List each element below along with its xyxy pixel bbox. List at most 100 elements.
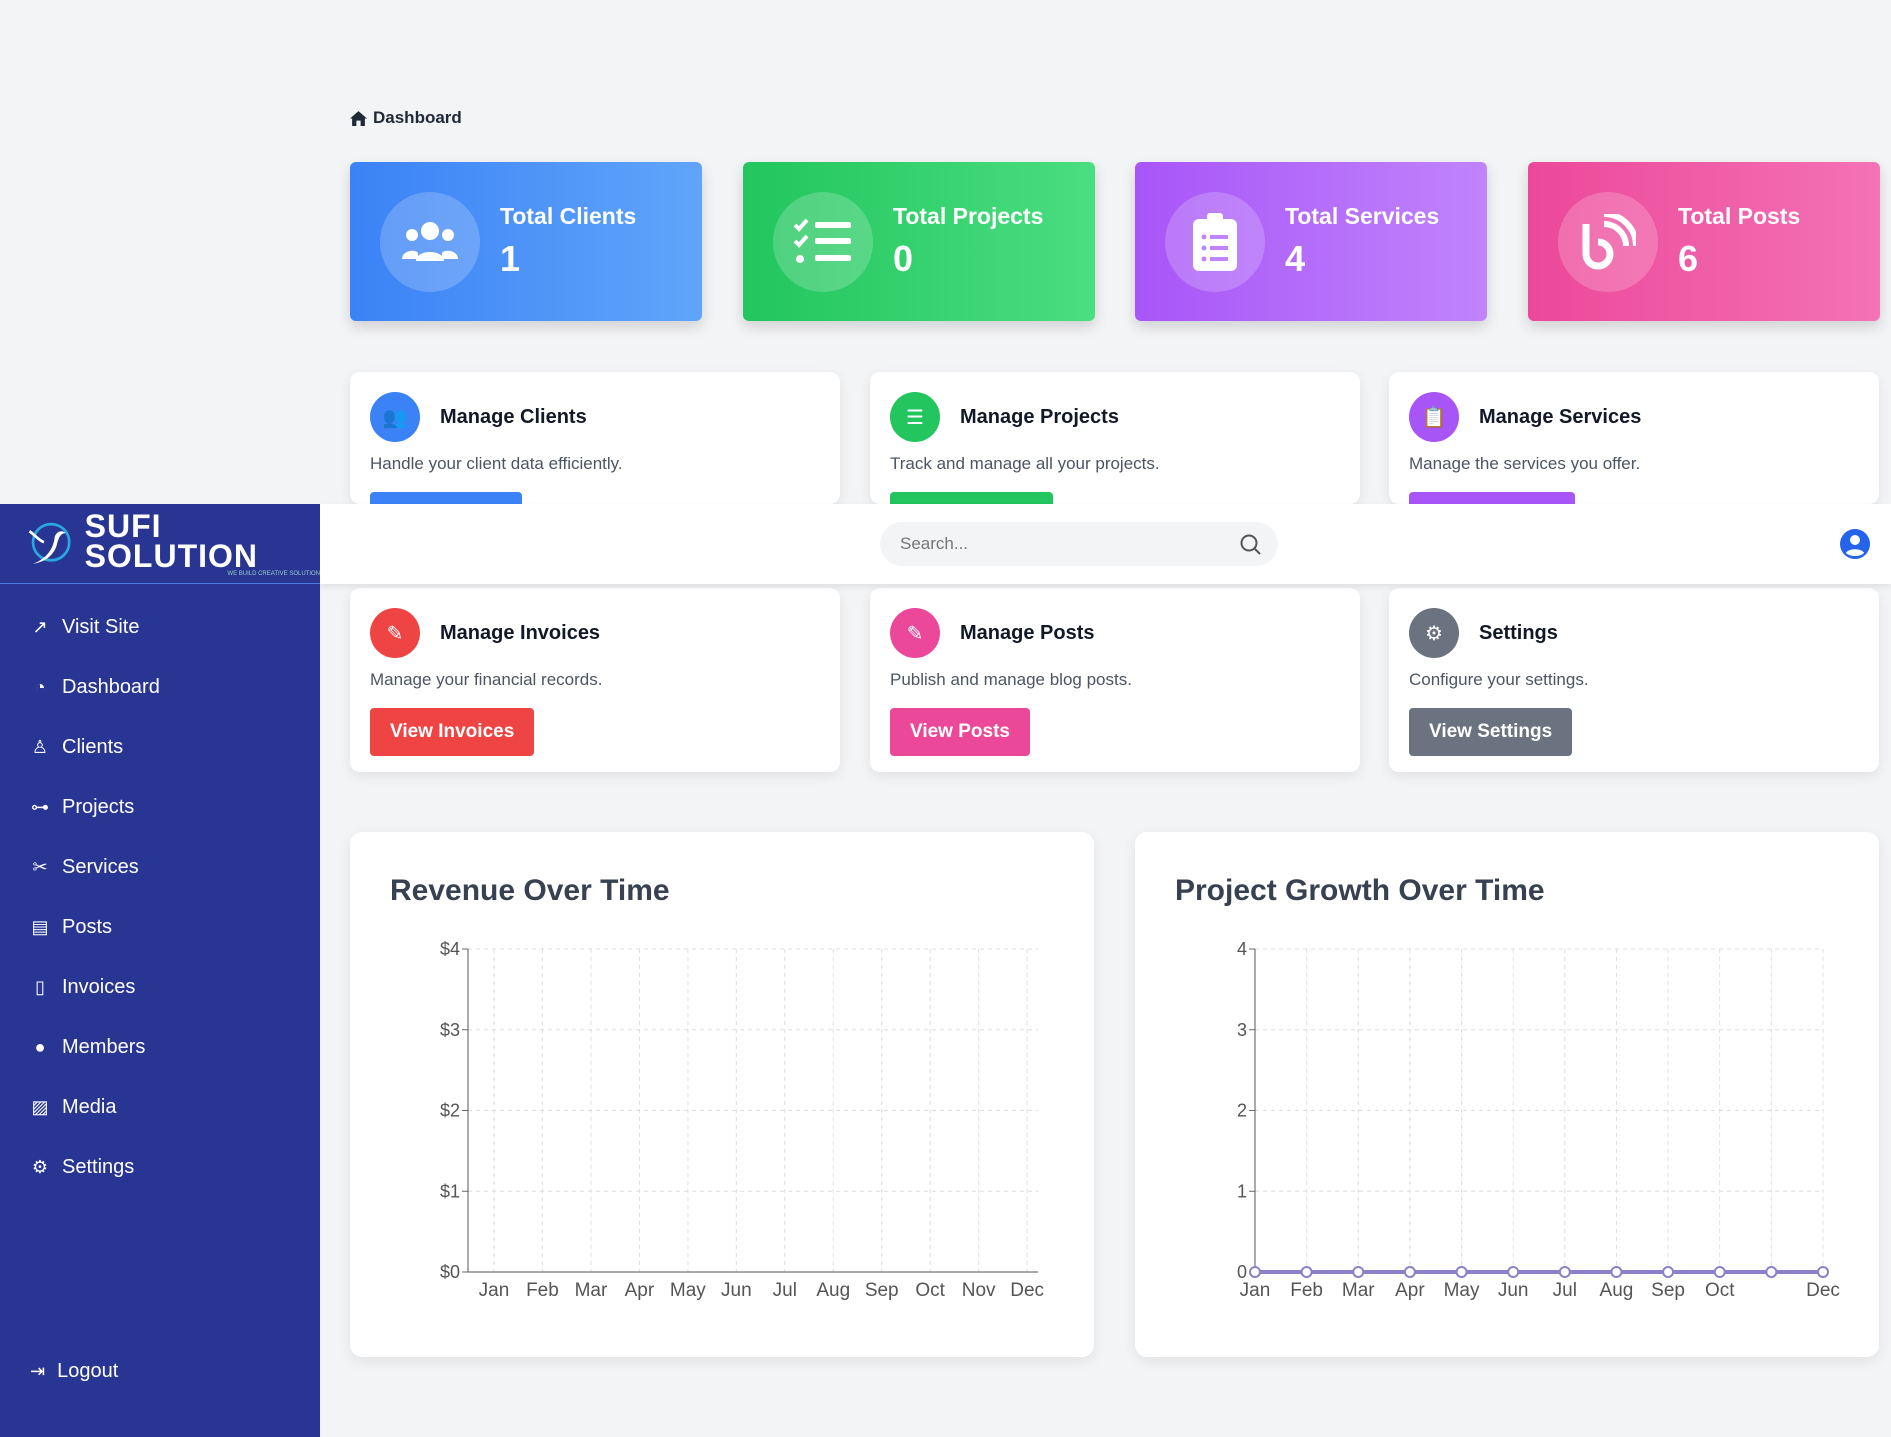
sidebar-item-settings[interactable]: ⚙ Settings bbox=[30, 1156, 134, 1179]
manage-card-1: ☰ Manage Projects Track and manage all you… bbox=[870, 372, 1360, 504]
data-point[interactable] bbox=[1558, 1266, 1571, 1278]
logo-mark-icon bbox=[28, 522, 71, 564]
data-point[interactable] bbox=[1249, 1266, 1261, 1278]
card-title: Manage Posts bbox=[960, 621, 1095, 644]
sidebar-item-label: Members bbox=[62, 1036, 146, 1058]
sidebar-item-label: Media bbox=[62, 1096, 117, 1118]
stat-value: 1 bbox=[500, 238, 521, 279]
user-avatar-icon[interactable] bbox=[1840, 529, 1870, 559]
x-tick-label: Jan bbox=[479, 1280, 510, 1301]
sidebar-item-posts[interactable]: ▤ Posts bbox=[30, 916, 112, 939]
sidebar-item-clients[interactable]: ♙ Clients bbox=[30, 736, 123, 759]
y-tick-label: $2 bbox=[440, 1101, 460, 1121]
sidebar-item-label: Posts bbox=[62, 916, 113, 938]
data-point[interactable] bbox=[1713, 1266, 1726, 1278]
sidebar-item-label: Invoices bbox=[62, 976, 136, 998]
sidebar-item-label: Projects bbox=[62, 796, 135, 818]
sidebar-item-invoices[interactable]: ▯ Invoices bbox=[30, 976, 135, 999]
x-tick-label: Sep bbox=[1651, 1280, 1685, 1301]
sitemap-icon: ⊶ bbox=[31, 797, 49, 817]
card-description: Handle your client data efficiently. bbox=[370, 454, 623, 473]
logout-link[interactable]: ⇥ Logout bbox=[30, 1360, 118, 1383]
invoice-icon: ▯ bbox=[35, 977, 45, 997]
data-point[interactable] bbox=[1662, 1266, 1675, 1278]
card-title: Settings bbox=[1479, 621, 1558, 644]
stat-card-3[interactable]: Total Posts 6 bbox=[1528, 162, 1880, 321]
x-tick-label: Mar bbox=[575, 1280, 608, 1301]
stat-card-2[interactable]: Total Services 4 bbox=[1135, 162, 1487, 321]
x-tick-label: Oct bbox=[915, 1280, 945, 1301]
logo[interactable]: SUFI SOLUTION WE BUILD CREATIVE SOLUTION bbox=[0, 504, 320, 584]
card-title: Manage Services bbox=[1479, 405, 1642, 428]
card-description: Manage the services you offer. bbox=[1409, 454, 1641, 473]
stat-title: Total Clients bbox=[500, 203, 637, 229]
sidebar-item-members[interactable]: ● Members bbox=[30, 1036, 146, 1059]
card-button[interactable]: View Posts bbox=[890, 708, 1030, 756]
y-tick-label: $4 bbox=[440, 939, 460, 959]
sidebar-item-visit-site[interactable]: ↗ Visit Site bbox=[30, 616, 139, 639]
data-point[interactable] bbox=[1507, 1266, 1520, 1278]
data-point[interactable] bbox=[1403, 1266, 1416, 1278]
manage-card-2: 📋 Manage Services Manage the services you … bbox=[1389, 372, 1879, 504]
card-button[interactable]: View Settings bbox=[1409, 708, 1573, 756]
stat-value: 6 bbox=[1678, 238, 1699, 279]
top-header bbox=[320, 504, 1891, 584]
stat-card-0[interactable]: Total Clients 1 bbox=[350, 162, 702, 321]
x-tick-label: Mar bbox=[1342, 1280, 1375, 1301]
card-title: Manage Projects bbox=[960, 405, 1119, 428]
x-tick-label: May bbox=[670, 1280, 706, 1301]
data-point[interactable] bbox=[1765, 1266, 1778, 1278]
invoice-icon: ✎ bbox=[370, 608, 420, 658]
y-tick-label: 0 bbox=[1237, 1262, 1247, 1282]
stat-value: 0 bbox=[893, 238, 914, 279]
card-title: Manage Invoices bbox=[440, 621, 601, 644]
card-description: Track and manage all your projects. bbox=[890, 454, 1160, 473]
x-tick-label: Dec bbox=[1010, 1280, 1044, 1301]
newspaper-icon: ▤ bbox=[31, 917, 49, 937]
data-point[interactable] bbox=[1352, 1266, 1365, 1278]
y-tick-label: 4 bbox=[1237, 939, 1247, 959]
sidebar-item-projects[interactable]: ⊶ Projects bbox=[30, 796, 134, 819]
card-button[interactable]: View Clients bbox=[370, 492, 522, 504]
user-icon: ● bbox=[34, 1037, 46, 1057]
card-button[interactable]: View Invoices bbox=[370, 708, 535, 756]
user-tie-icon: ♙ bbox=[31, 737, 49, 757]
sidebar-item-label: Services bbox=[62, 856, 139, 878]
sidebar-item-label: Visit Site bbox=[62, 616, 140, 638]
y-tick-label: 2 bbox=[1237, 1101, 1247, 1121]
sidebar-item-services[interactable]: ✂ Services bbox=[30, 856, 139, 879]
sidebar-item-dashboard[interactable]: ◔ Dashboard bbox=[30, 676, 160, 699]
stat-title: Total Posts bbox=[1678, 203, 1801, 229]
image-icon: ▨ bbox=[31, 1097, 49, 1117]
card-button[interactable]: View Services bbox=[1409, 492, 1576, 504]
x-tick-label: Jun bbox=[1498, 1280, 1529, 1301]
external-link-icon: ↗ bbox=[32, 617, 48, 637]
breadcrumb-label[interactable]: Dashboard bbox=[373, 108, 462, 128]
stat-value: 4 bbox=[1285, 238, 1306, 279]
gauge-icon: ◔ bbox=[34, 677, 46, 697]
data-point[interactable] bbox=[1817, 1266, 1829, 1278]
search-icon[interactable] bbox=[1240, 534, 1262, 556]
x-tick-label: Feb bbox=[1290, 1280, 1323, 1301]
x-tick-label: Dec bbox=[1806, 1280, 1840, 1301]
stat-card-1[interactable]: Total Projects 0 bbox=[743, 162, 1095, 321]
stat-title: Total Projects bbox=[893, 203, 1044, 229]
card-button[interactable]: View Projects bbox=[890, 492, 1054, 504]
users-icon bbox=[380, 191, 480, 292]
data-point[interactable] bbox=[1300, 1266, 1313, 1278]
y-tick-label: 1 bbox=[1237, 1181, 1247, 1201]
x-tick-label: Jul bbox=[773, 1280, 797, 1301]
sidebar-item-label: Clients bbox=[62, 736, 124, 758]
project-growth-chart-card: Project Growth Over Time 0 1 2 3 4 Jan Feb Mar A… bbox=[1135, 832, 1879, 1357]
card-description: Publish and manage blog posts. bbox=[890, 670, 1132, 689]
y-tick-label: 3 bbox=[1237, 1020, 1247, 1040]
data-point[interactable] bbox=[1455, 1266, 1468, 1278]
manage-card-3: ✎ Manage Invoices Manage your financial re… bbox=[350, 588, 840, 772]
x-tick-label: Aug bbox=[816, 1280, 850, 1301]
users-icon: 👥 bbox=[370, 392, 420, 442]
gear-icon: ⚙ bbox=[1409, 608, 1459, 658]
data-point[interactable] bbox=[1610, 1266, 1623, 1278]
search-input[interactable] bbox=[880, 522, 1278, 566]
card-description: Manage your financial records. bbox=[370, 670, 603, 689]
sidebar-item-media[interactable]: ▨ Media bbox=[30, 1096, 116, 1119]
